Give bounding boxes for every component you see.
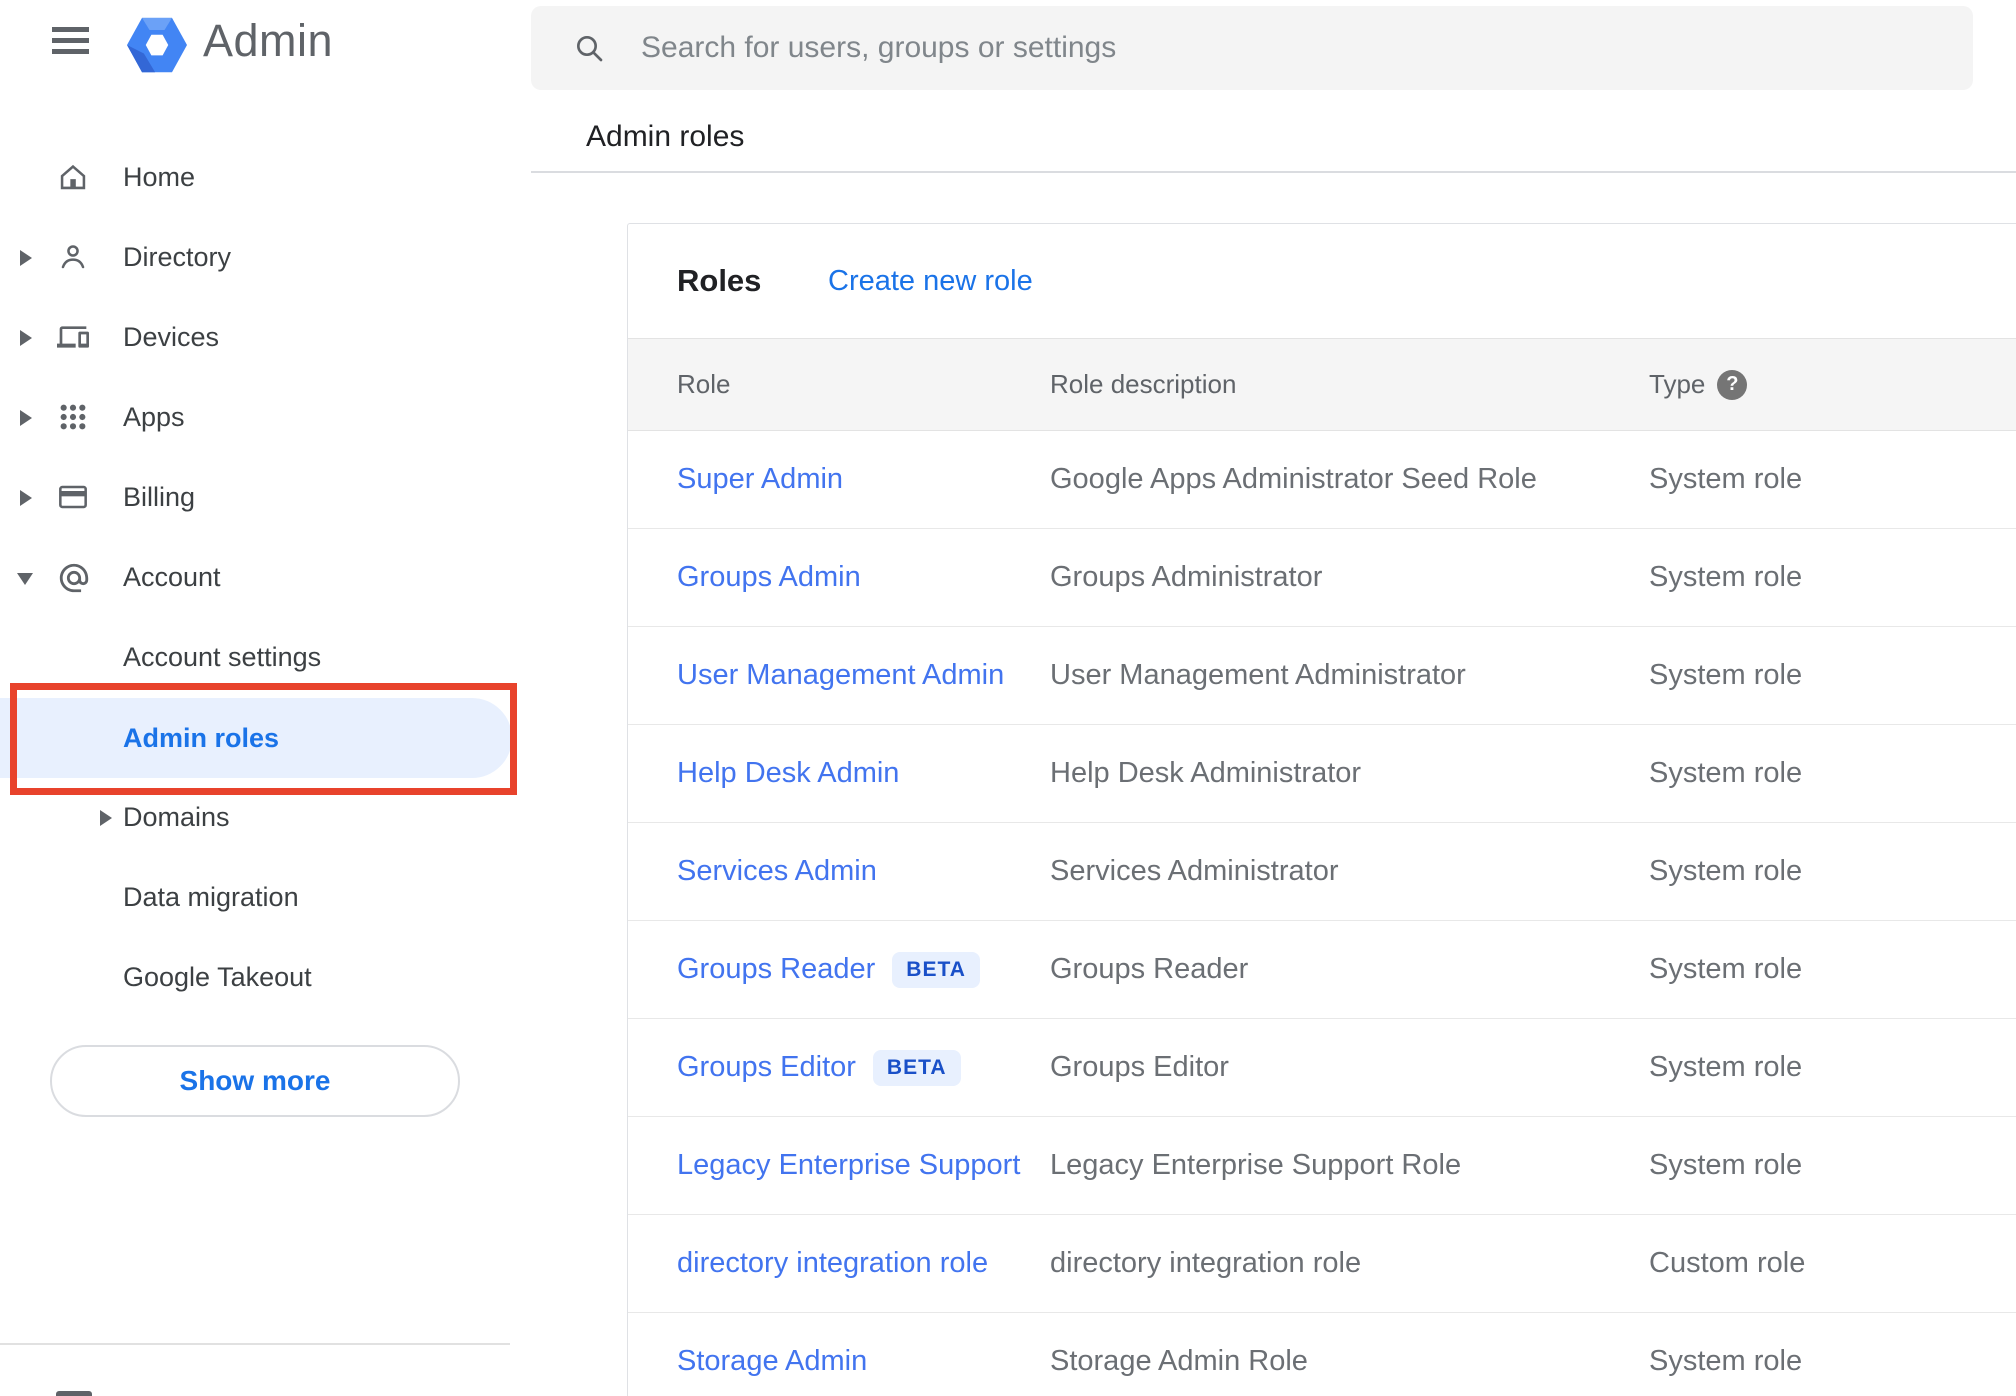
role-description: Groups Administrator xyxy=(1050,561,1323,593)
credit-card-icon xyxy=(57,481,89,513)
search-input[interactable] xyxy=(641,6,1941,90)
sidebar-item-billing[interactable]: Billing xyxy=(0,457,520,537)
panel-title: Roles xyxy=(677,263,762,298)
table-header-row: Role Role description Type ? xyxy=(628,338,2016,431)
sidebar-item-label: Domains xyxy=(123,801,230,832)
sidebar-item-directory[interactable]: Directory xyxy=(0,217,520,297)
create-new-role-link[interactable]: Create new role xyxy=(828,224,1033,338)
sidebar-item-label: Billing xyxy=(123,481,196,512)
at-sign-icon xyxy=(57,561,89,593)
column-header-type: Type ? xyxy=(1649,339,1979,430)
column-header-role-description: Role description xyxy=(1050,369,1237,399)
sidebar-item-data-migration[interactable]: Data migration xyxy=(0,857,520,937)
sidebar-item-account-settings[interactable]: Account settings xyxy=(0,617,520,697)
person-icon xyxy=(57,241,89,273)
role-type: System role xyxy=(1649,1149,1803,1181)
table-row: Storage Admin Storage Admin Role System … xyxy=(628,1313,2016,1396)
role-type: System role xyxy=(1649,463,1803,495)
collapse-arrow-icon[interactable] xyxy=(17,573,33,585)
role-link[interactable]: Super Admin xyxy=(677,463,843,496)
role-description: User Management Administrator xyxy=(1050,659,1466,691)
beta-badge: BETA xyxy=(892,951,980,988)
sidebar-item-label: Admin roles xyxy=(123,722,280,753)
sidebar-item-label: Home xyxy=(123,161,196,192)
role-description: Google Apps Administrator Seed Role xyxy=(1050,463,1537,495)
table-row: directory integration role directory int… xyxy=(628,1215,2016,1313)
sidebar-item-account[interactable]: Account xyxy=(0,537,520,617)
role-type: System role xyxy=(1649,953,1803,985)
apps-grid-icon xyxy=(57,401,89,433)
breadcrumb: Admin roles xyxy=(586,120,745,153)
expand-arrow-icon[interactable] xyxy=(100,810,112,826)
beta-badge: BETA xyxy=(872,1049,961,1086)
expand-arrow-icon[interactable] xyxy=(20,330,32,346)
role-type: Custom role xyxy=(1649,1247,1806,1279)
table-row: Groups Reader BETA Groups Reader System … xyxy=(628,921,2016,1019)
role-description: Groups Editor xyxy=(1050,1051,1229,1083)
sidebar-item-label: Devices xyxy=(123,321,220,352)
role-description: Help Desk Administrator xyxy=(1050,757,1362,789)
table-row: Legacy Enterprise Support Legacy Enterpr… xyxy=(628,1117,2016,1215)
app-title: Admin xyxy=(203,15,334,66)
role-type: System role xyxy=(1649,659,1803,691)
sidebar-item-label: Apps xyxy=(123,401,185,432)
sidebar-item-google-takeout[interactable]: Google Takeout xyxy=(0,937,520,1017)
role-link[interactable]: directory integration role xyxy=(677,1247,988,1280)
sidebar-item-apps[interactable]: Apps xyxy=(0,377,520,457)
role-description: Storage Admin Role xyxy=(1050,1345,1308,1377)
sidebar-bottom-divider xyxy=(0,1343,510,1345)
role-link[interactable]: Groups Admin xyxy=(677,561,861,594)
table-row: Groups Editor BETA Groups Editor System … xyxy=(628,1019,2016,1117)
content-divider xyxy=(531,171,2016,173)
sidebar-item-home[interactable]: Home xyxy=(0,137,520,217)
role-type: System role xyxy=(1649,1051,1803,1083)
sidebar-item-devices[interactable]: Devices xyxy=(0,297,520,377)
sidebar-item-admin-roles[interactable]: Admin roles xyxy=(0,698,520,778)
app-header-left: Admin xyxy=(0,0,531,92)
role-description: directory integration role xyxy=(1050,1247,1362,1279)
role-type: System role xyxy=(1649,561,1803,593)
role-description: Groups Reader xyxy=(1050,953,1249,985)
sidebar-item-label: Account settings xyxy=(123,641,322,672)
expand-arrow-icon[interactable] xyxy=(20,250,32,266)
role-description: Services Administrator xyxy=(1050,855,1339,887)
role-type: System role xyxy=(1649,855,1803,887)
roles-panel: Roles Create new role Role Role descript… xyxy=(627,223,2016,1396)
role-type: System role xyxy=(1649,757,1803,789)
role-link[interactable]: Legacy Enterprise Support xyxy=(677,1149,1020,1182)
devices-icon xyxy=(57,321,89,353)
roles-panel-header: Roles Create new role xyxy=(628,224,2016,338)
admin-logo-icon xyxy=(127,17,187,78)
table-row: Groups Admin Groups Administrator System… xyxy=(628,529,2016,627)
table-row: User Management Admin User Management Ad… xyxy=(628,627,2016,725)
role-link[interactable]: Storage Admin xyxy=(677,1345,867,1378)
role-link[interactable]: Services Admin xyxy=(677,855,877,888)
table-row: Super Admin Google Apps Administrator Se… xyxy=(628,431,2016,529)
role-link[interactable]: Groups Editor xyxy=(677,1051,856,1084)
role-description: Legacy Enterprise Support Role xyxy=(1050,1149,1462,1181)
google-admin-console: Admin Home Directory Devices Apps Billin… xyxy=(0,0,2016,1396)
sidebar-item-label: Directory xyxy=(123,241,232,272)
expand-arrow-icon[interactable] xyxy=(20,490,32,506)
cutoff-icon xyxy=(56,1391,92,1396)
table-row: Help Desk Admin Help Desk Administrator … xyxy=(628,725,2016,823)
sidebar-item-label: Data migration xyxy=(123,881,299,912)
search-icon xyxy=(577,36,603,62)
expand-arrow-icon[interactable] xyxy=(20,410,32,426)
menu-icon[interactable] xyxy=(52,27,89,54)
role-link[interactable]: Groups Reader xyxy=(677,953,875,986)
role-type: System role xyxy=(1649,1345,1803,1377)
show-more-button[interactable]: Show more xyxy=(50,1045,460,1117)
help-icon[interactable]: ? xyxy=(1717,369,1748,400)
sidebar-item-label: Account xyxy=(123,561,221,592)
table-row: Services Admin Services Administrator Sy… xyxy=(628,823,2016,921)
role-link[interactable]: Help Desk Admin xyxy=(677,757,899,790)
role-link[interactable]: User Management Admin xyxy=(677,659,1004,692)
home-icon xyxy=(57,161,89,193)
sidebar-item-label: Google Takeout xyxy=(123,961,312,992)
search-bar[interactable] xyxy=(531,6,1973,90)
roles-table-body: Super Admin Google Apps Administrator Se… xyxy=(628,431,2016,1396)
column-header-role: Role xyxy=(677,369,731,399)
sidebar-item-domains[interactable]: Domains xyxy=(0,777,520,857)
